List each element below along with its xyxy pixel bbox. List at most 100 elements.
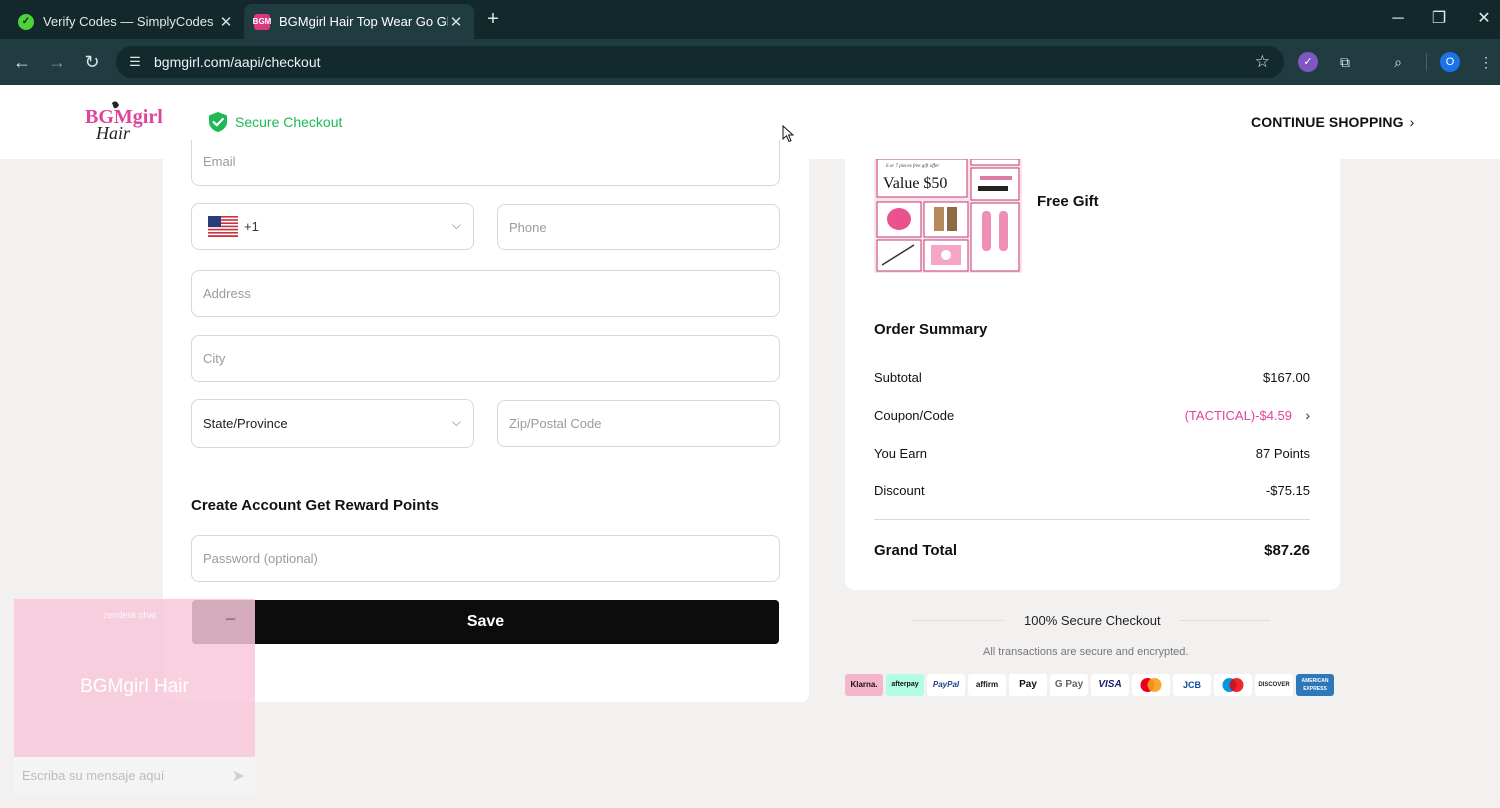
free-gift-image: 6 or 7 pieces free gift offer Value $50 xyxy=(874,159,1022,273)
afterpay-icon: afterpay xyxy=(886,674,924,696)
url-text[interactable]: bgmgirl.com/aapi/checkout xyxy=(154,54,321,70)
bgm-favicon-icon: BGM xyxy=(253,13,271,30)
email-field[interactable]: Email xyxy=(191,140,780,186)
state-province-select[interactable]: State/Province ⌵ xyxy=(191,399,474,448)
affirm-icon: affirm xyxy=(968,674,1006,696)
simplycodes-check-icon: ✓ xyxy=(18,13,34,30)
bgmgirl-hair-logo[interactable]: BGMgirl Hair xyxy=(84,99,168,143)
secure-checkout-title: 100% Secure Checkout xyxy=(1024,613,1161,628)
divider-line xyxy=(913,620,1003,621)
discount-label: Discount xyxy=(874,483,925,498)
coupon-value[interactable]: (TACTICAL)-$4.59 xyxy=(1185,408,1292,423)
you-earn-value: 87 Points xyxy=(1255,446,1310,461)
chat-input-placeholder: Escriba su mensaje aquí xyxy=(22,768,165,783)
you-earn-label: You Earn xyxy=(874,446,928,461)
address-placeholder: Address xyxy=(203,286,251,301)
free-gift-label: Free Gift xyxy=(1037,193,1099,210)
shield-check-icon xyxy=(209,112,227,132)
visa-icon: VISA xyxy=(1091,674,1129,696)
forward-arrow-icon[interactable]: → xyxy=(46,51,68,73)
mouse-cursor-icon xyxy=(782,125,794,143)
zip-postal-field[interactable]: Zip/Postal Code xyxy=(497,400,780,447)
phone-code-value: +1 xyxy=(244,219,259,234)
phone-field[interactable]: Phone xyxy=(497,204,780,250)
paypal-icon: PayPal xyxy=(927,674,965,696)
close-icon[interactable]: ✕ xyxy=(448,13,464,31)
restore-icon[interactable]: ❐ xyxy=(1426,9,1452,29)
reload-icon[interactable]: ↻ xyxy=(81,51,103,73)
tab-title: BGMgirl Hair Top Wear Go Glue xyxy=(279,14,448,29)
window-close-icon[interactable]: ✕ xyxy=(1471,9,1497,29)
minimize-icon[interactable]: ─ xyxy=(1385,9,1411,29)
country-code-select[interactable]: +1 ⌵ xyxy=(191,203,474,250)
send-icon[interactable]: ➤ xyxy=(232,766,245,786)
profile-avatar[interactable]: O xyxy=(1440,52,1460,72)
bookmark-star-icon[interactable]: ☆ xyxy=(1255,52,1270,72)
tab-bgmgirl[interactable]: BGM BGMgirl Hair Top Wear Go Glue ✕ xyxy=(244,4,474,39)
zip-placeholder: Zip/Postal Code xyxy=(509,416,602,431)
google-pay-icon: G Pay xyxy=(1050,674,1088,696)
subtotal-row: Subtotal $167.00 xyxy=(874,370,1310,390)
grand-total-value: $87.26 xyxy=(1264,542,1310,559)
discount-row: Discount -$75.15 xyxy=(874,483,1310,503)
create-account-heading: Create Account Get Reward Points xyxy=(191,497,439,514)
city-field[interactable]: City xyxy=(191,335,780,382)
minimize-chat-icon[interactable]: ─ xyxy=(226,611,235,626)
continue-shopping-link[interactable]: CONTINUE SHOPPING › xyxy=(1251,114,1414,130)
secure-checkout-label: Secure Checkout xyxy=(235,114,343,130)
browser-toolbar: ← → ↻ ☰ bgmgirl.com/aapi/checkout ☆ ✓ ⧉ … xyxy=(0,39,1500,85)
back-arrow-icon[interactable]: ← xyxy=(11,51,33,73)
tab-title: Verify Codes — SimplyCodes xyxy=(43,14,214,29)
points-row: You Earn 87 Points xyxy=(874,446,1310,466)
grand-total-row: Grand Total $87.26 xyxy=(874,542,1310,564)
svg-text:Hair: Hair xyxy=(95,123,131,143)
mastercard-logo xyxy=(1140,678,1162,692)
save-button[interactable]: Save xyxy=(192,600,779,644)
chevron-right-icon: › xyxy=(1409,114,1415,130)
zendesk-chat-brand: zendesk chat xyxy=(103,610,157,620)
state-province-value: State/Province xyxy=(203,416,288,431)
chevron-right-icon[interactable]: › xyxy=(1305,407,1310,423)
city-placeholder: City xyxy=(203,351,226,366)
toolbar-divider xyxy=(1426,53,1427,71)
tab-verify-codes[interactable]: ✓ Verify Codes — SimplyCodes ✕ xyxy=(8,4,244,39)
subtotal-value: $167.00 xyxy=(1263,370,1310,385)
extensions-puzzle-icon[interactable]: ⧉ xyxy=(1335,52,1355,72)
discover-icon: DISCOVER xyxy=(1255,674,1293,696)
password-field[interactable]: Password (optional) xyxy=(191,535,780,582)
browser-tab-bar: ✓ Verify Codes — SimplyCodes ✕ BGM BGMgi… xyxy=(0,0,1500,39)
gift-caption: 6 or 7 pieces free gift offer xyxy=(886,164,939,169)
address-field[interactable]: Address xyxy=(191,270,780,317)
maestro-icon xyxy=(1214,674,1252,696)
chat-message-input[interactable]: Escriba su mensaje aquí ➤ xyxy=(14,757,255,795)
new-tab-plus-icon[interactable]: + xyxy=(482,7,504,31)
maestro-logo xyxy=(1222,678,1244,692)
divider-line xyxy=(1180,620,1270,621)
menu-kebab-icon[interactable]: ⋮ xyxy=(1476,52,1496,72)
chat-title: BGMgirl Hair xyxy=(80,676,189,697)
discount-value: -$75.15 xyxy=(1265,483,1310,498)
chat-widget[interactable]: zendesk chat ─ BGMgirl Hair xyxy=(14,599,255,757)
amex-icon: AMERICAN EXPRESS xyxy=(1296,674,1334,696)
cast-search-icon[interactable]: ⌕ xyxy=(1388,52,1408,72)
coupon-row[interactable]: Coupon/Code (TACTICAL)-$4.59 › xyxy=(874,407,1310,428)
email-placeholder: Email xyxy=(203,154,236,169)
grand-total-label: Grand Total xyxy=(874,542,958,559)
continue-shopping-label: CONTINUE SHOPPING xyxy=(1251,114,1404,130)
secure-note: All transactions are secure and encrypte… xyxy=(983,646,1189,658)
apple-pay-icon: Pay xyxy=(1009,674,1047,696)
gift-value-text: Value $50 xyxy=(883,175,947,192)
order-summary-title: Order Summary xyxy=(874,321,988,338)
site-settings-icon[interactable]: ☰ xyxy=(126,53,144,71)
subtotal-label: Subtotal xyxy=(874,370,922,385)
jcb-icon: JCB xyxy=(1173,674,1211,696)
password-placeholder: Password (optional) xyxy=(203,551,318,566)
payment-methods: Klarna. afterpay PayPal affirm Pay G Pay… xyxy=(845,674,1337,696)
coupon-label: Coupon/Code xyxy=(874,408,955,423)
close-icon[interactable]: ✕ xyxy=(218,13,234,31)
chevron-down-icon: ⌵ xyxy=(451,218,461,232)
address-bar[interactable]: ☰ bgmgirl.com/aapi/checkout ☆ xyxy=(116,46,1284,78)
phone-placeholder: Phone xyxy=(509,220,547,235)
mastercard-icon xyxy=(1132,674,1170,696)
extension-simplycodes-icon[interactable]: ✓ xyxy=(1298,52,1318,72)
